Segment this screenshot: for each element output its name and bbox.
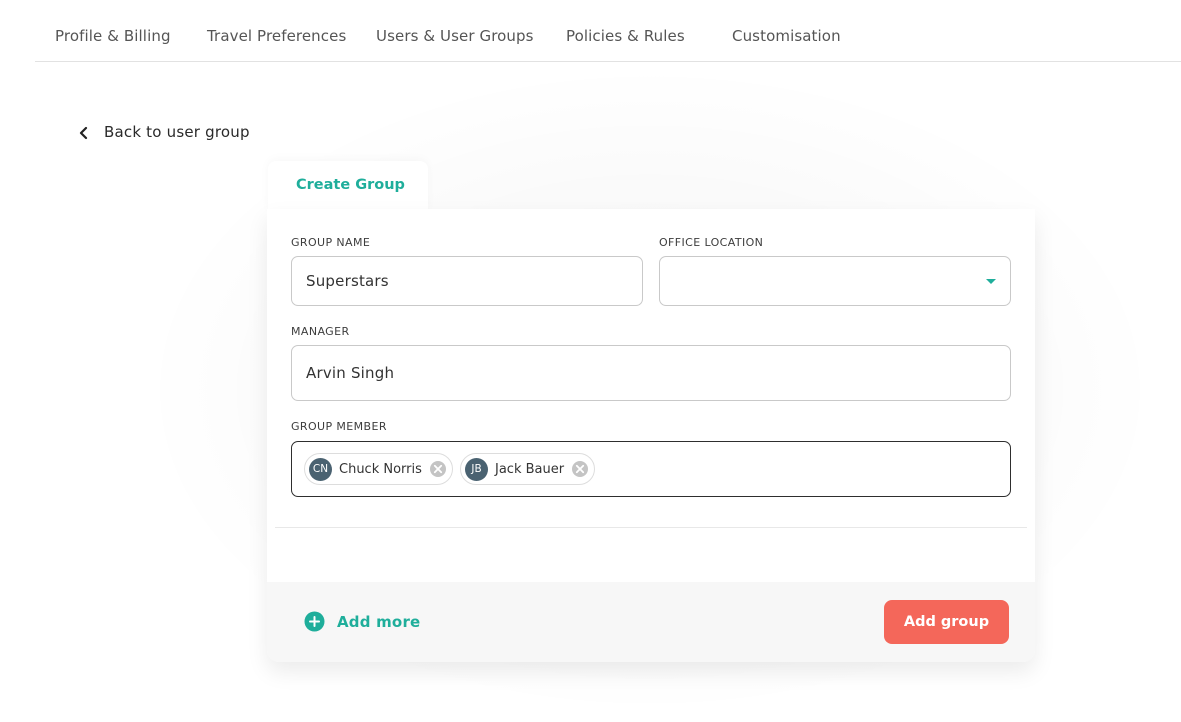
tab-create-group[interactable]: Create Group (268, 161, 428, 211)
member-name: Jack Bauer (495, 461, 565, 477)
manager-value: Arvin Singh (306, 364, 395, 382)
plus-circle-icon (304, 611, 325, 632)
avatar: CN (309, 457, 332, 481)
add-more-label: Add more (337, 612, 421, 631)
add-group-button[interactable]: Add group (884, 600, 1009, 644)
tab-travel-preferences[interactable]: Travel Preferences (207, 27, 346, 45)
avatar: JB (465, 457, 488, 481)
manager-label: MANAGER (291, 325, 350, 338)
back-link-label: Back to user group (104, 123, 250, 141)
tab-create-group-label: Create Group (296, 177, 405, 193)
office-location-label: OFFICE LOCATION (659, 236, 764, 249)
chevron-left-icon (77, 125, 91, 140)
section-divider (275, 527, 1027, 528)
settings-top-nav: Profile & Billing Travel Preferences Use… (35, 0, 1181, 62)
member-chip: JB Jack Bauer (460, 453, 596, 485)
create-group-card: GROUP NAME Superstars OFFICE LOCATION MA… (267, 209, 1035, 662)
tab-policies-rules[interactable]: Policies & Rules (566, 27, 685, 45)
back-to-user-group-link[interactable]: Back to user group (77, 121, 250, 143)
member-chip: CN Chuck Norris (304, 453, 453, 485)
caret-down-icon (986, 279, 996, 284)
add-more-button[interactable]: Add more (304, 611, 420, 632)
office-location-select[interactable] (659, 256, 1011, 306)
remove-member-icon[interactable] (571, 460, 589, 478)
group-member-field[interactable]: CN Chuck Norris JB Jack Bauer (291, 441, 1011, 497)
remove-member-icon[interactable] (429, 460, 447, 478)
manager-field[interactable]: Arvin Singh (291, 345, 1011, 401)
card-footer: Add more Add group (267, 582, 1035, 662)
tab-users-user-groups[interactable]: Users & User Groups (376, 27, 534, 45)
tab-profile-billing[interactable]: Profile & Billing (55, 27, 171, 45)
group-name-field[interactable]: Superstars (291, 256, 643, 306)
tab-customisation[interactable]: Customisation (732, 27, 841, 45)
group-member-label: GROUP MEMBER (291, 420, 387, 433)
group-name-label: GROUP NAME (291, 236, 371, 249)
member-name: Chuck Norris (339, 461, 422, 477)
group-name-value: Superstars (306, 272, 389, 290)
